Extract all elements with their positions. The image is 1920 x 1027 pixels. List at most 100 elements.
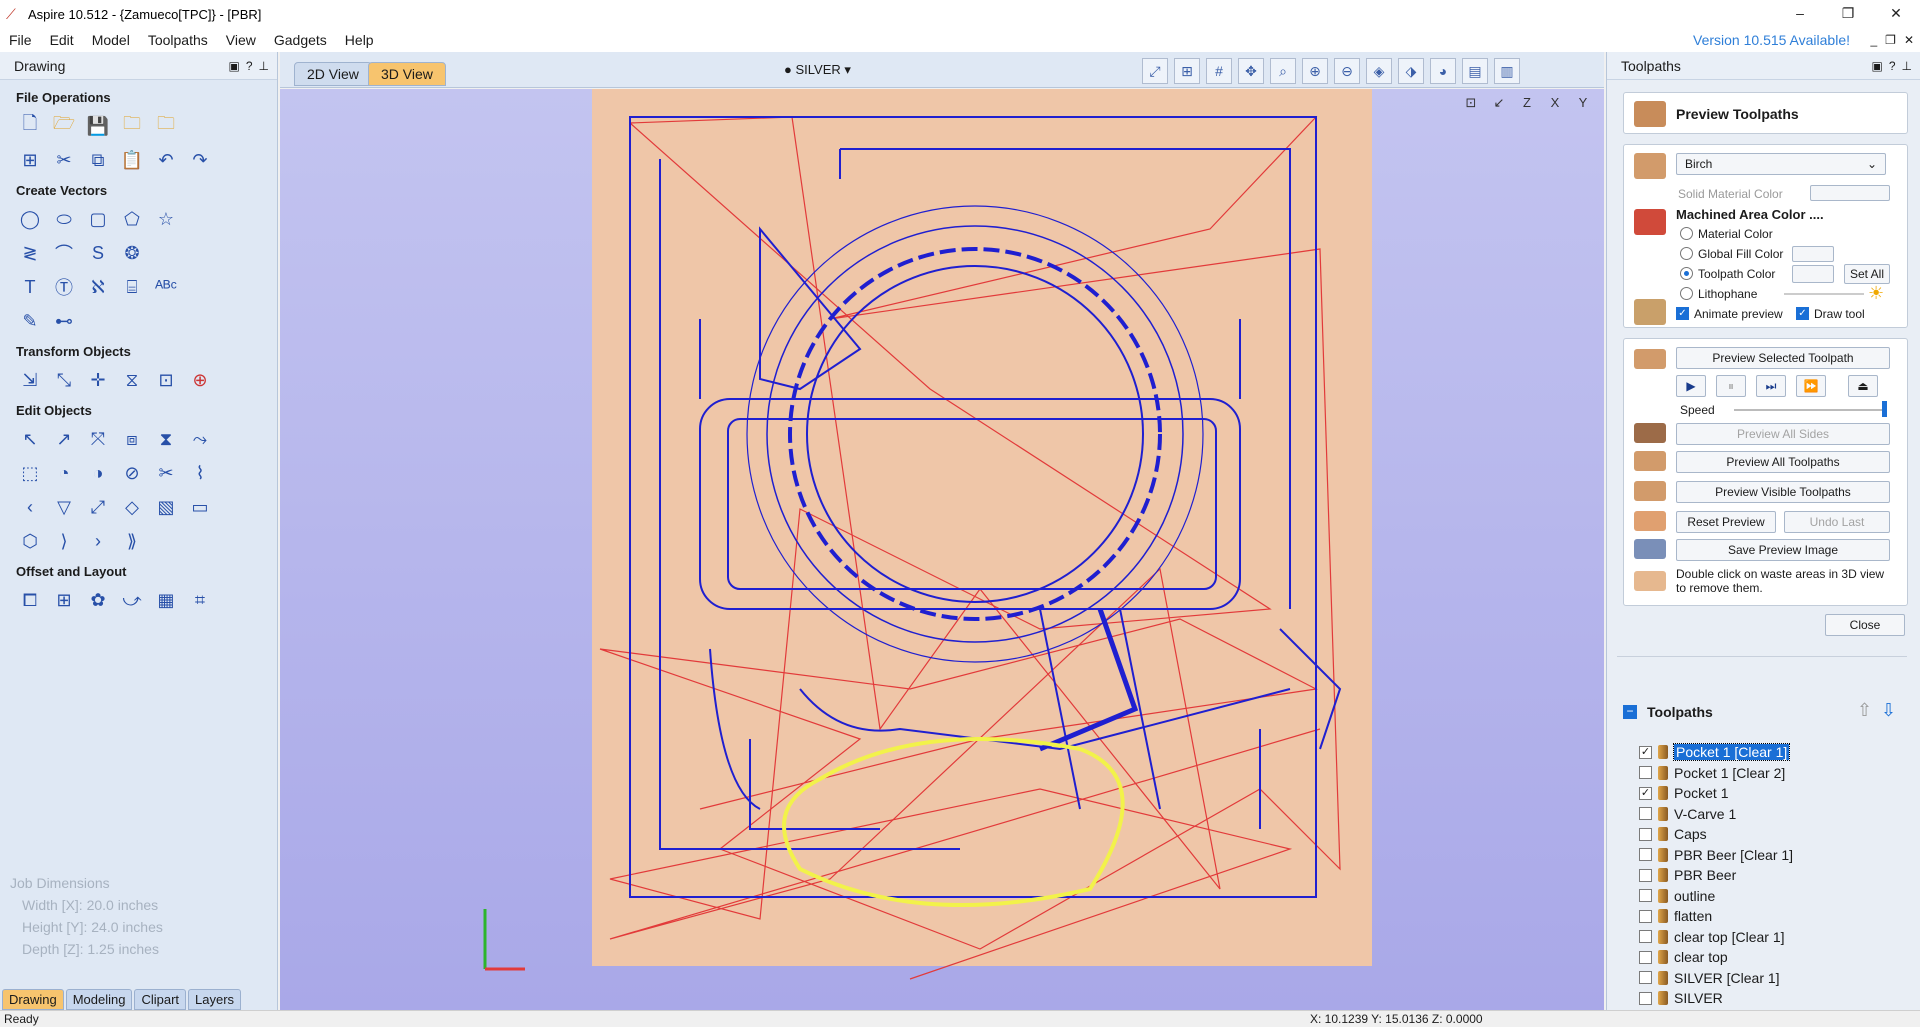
- import-icon[interactable]: 🗀: [152, 113, 180, 139]
- tab-layers[interactable]: Layers: [188, 989, 242, 1010]
- toolpath-item[interactable]: Pocket 1 [Clear 2]: [1623, 763, 1913, 784]
- toolpath-visibility-checkbox[interactable]: [1639, 766, 1652, 780]
- dimension-icon[interactable]: ✎: [16, 308, 44, 334]
- group-icon[interactable]: ⧈: [118, 426, 146, 452]
- trim-icon[interactable]: ⊘: [118, 460, 146, 486]
- lithophane-slider[interactable]: [1784, 293, 1864, 295]
- mdi-close-button[interactable]: ✕: [1904, 33, 1914, 47]
- circular-array-icon[interactable]: ✿: [84, 587, 112, 613]
- preview-all-sides-button[interactable]: Preview All Sides: [1676, 423, 1890, 445]
- material-selector[interactable]: ● SILVER ▾: [784, 62, 851, 78]
- toolpath-visibility-checkbox[interactable]: [1639, 971, 1652, 985]
- toolpath-item[interactable]: SILVER: [1623, 988, 1913, 1009]
- toolpath-item[interactable]: ✓ Pocket 1: [1623, 783, 1913, 804]
- nesting-icon[interactable]: ▦: [152, 587, 180, 613]
- scissors-icon[interactable]: ✂: [152, 460, 180, 486]
- collapse-icon[interactable]: −: [1623, 705, 1637, 719]
- radio-global-fill[interactable]: [1680, 247, 1693, 260]
- text-box-icon[interactable]: Ⓣ: [50, 274, 78, 300]
- toolpath-item[interactable]: clear top [Clear 1]: [1623, 927, 1913, 948]
- light-icon[interactable]: ◕: [1430, 58, 1456, 84]
- save-preview-image-button[interactable]: Save Preview Image: [1676, 539, 1890, 561]
- spiral-icon[interactable]: ❂: [118, 240, 146, 266]
- join-icon[interactable]: ⤳: [186, 426, 214, 452]
- menu-toolpaths[interactable]: Toolpaths: [139, 32, 217, 48]
- toolpath-item[interactable]: SILVER [Clear 1]: [1623, 968, 1913, 989]
- zoom-in-icon[interactable]: ⊕: [1302, 58, 1328, 84]
- text-on-curve-icon[interactable]: ℵ: [84, 274, 112, 300]
- panel-dock-icon[interactable]: ▣: [229, 59, 240, 73]
- toolpath-item[interactable]: ✓ Pocket 1 [Clear 1]: [1623, 742, 1913, 763]
- toolpath-visibility-checkbox[interactable]: [1639, 807, 1652, 821]
- preview-selected-button[interactable]: Preview Selected Toolpath: [1676, 347, 1890, 369]
- ungroup-icon[interactable]: ⧗: [152, 426, 180, 452]
- toolpath-item[interactable]: flatten: [1623, 906, 1913, 927]
- cut-icon[interactable]: ✂: [50, 147, 78, 173]
- toolpath-visibility-checkbox[interactable]: [1639, 889, 1652, 903]
- preview-visible-button[interactable]: Preview Visible Toolpaths: [1676, 481, 1890, 503]
- open-folder-icon[interactable]: 🗀: [118, 113, 146, 139]
- toolpath-item[interactable]: PBR Beer: [1623, 865, 1913, 886]
- toolpath-item[interactable]: clear top: [1623, 947, 1913, 968]
- panel-pin-icon[interactable]: ⊥: [259, 59, 269, 73]
- subtract-icon[interactable]: ◔: [50, 460, 78, 486]
- menu-gadgets[interactable]: Gadgets: [265, 32, 336, 48]
- fit-to-curve-icon[interactable]: ⌗: [186, 587, 214, 613]
- weld-icon[interactable]: ⬚: [16, 460, 44, 486]
- toolpath-visibility-checkbox[interactable]: [1639, 991, 1652, 1005]
- bitmap-icon[interactable]: ▭: [186, 494, 214, 520]
- tab-drawing[interactable]: Drawing: [2, 989, 64, 1010]
- close-preview-button[interactable]: Close: [1825, 614, 1905, 636]
- preview-all-button[interactable]: Preview All Toolpaths: [1676, 451, 1890, 473]
- split-vertical-icon[interactable]: ▥: [1494, 58, 1520, 84]
- spellcheck-icon[interactable]: ᴬᴮᶜ: [152, 274, 180, 300]
- align-icon[interactable]: ⊡: [152, 367, 180, 393]
- sweep-icon[interactable]: ⟫: [118, 528, 146, 554]
- reset-preview-button[interactable]: Reset Preview: [1676, 511, 1776, 533]
- pause-button[interactable]: ⏸: [1716, 375, 1746, 397]
- version-available-link[interactable]: Version 10.515 Available!: [1693, 32, 1850, 48]
- move-icon[interactable]: ⇲: [16, 367, 44, 393]
- view-x-icon[interactable]: X: [1544, 95, 1566, 111]
- play-button[interactable]: ▶: [1676, 375, 1706, 397]
- solid-color-picker[interactable]: [1810, 185, 1890, 201]
- radio-material-color[interactable]: [1680, 227, 1693, 240]
- view-y-icon[interactable]: Y: [1572, 95, 1594, 111]
- copy-icon[interactable]: ⧉: [84, 147, 112, 173]
- triangle-icon[interactable]: ▽: [50, 494, 78, 520]
- close-vectors-icon[interactable]: ⬡: [16, 528, 44, 554]
- top-button[interactable]: ⏏: [1848, 375, 1878, 397]
- toolpath-visibility-checkbox[interactable]: [1639, 848, 1652, 862]
- toolpath-visibility-checkbox[interactable]: [1639, 950, 1652, 964]
- bracket-icon[interactable]: ⟩: [50, 528, 78, 554]
- view-axes-icon[interactable]: ↙: [1488, 95, 1510, 111]
- toolpath-visibility-checkbox[interactable]: [1639, 930, 1652, 944]
- fillet-icon[interactable]: ⌇: [186, 460, 214, 486]
- set-origin-icon[interactable]: ⊕: [186, 367, 214, 393]
- radio-toolpath-color[interactable]: [1680, 267, 1693, 280]
- star-icon[interactable]: ☆: [152, 206, 180, 232]
- split-horizontal-icon[interactable]: ▤: [1462, 58, 1488, 84]
- menu-view[interactable]: View: [217, 32, 265, 48]
- skip-end-button[interactable]: ⏩: [1796, 375, 1826, 397]
- tab-clipart[interactable]: Clipart: [134, 989, 187, 1010]
- mdi-restore-button[interactable]: ❐: [1885, 33, 1896, 47]
- extend-icon[interactable]: ‹: [16, 494, 44, 520]
- tab-2d-view[interactable]: 2D View: [294, 62, 372, 86]
- new-file-icon[interactable]: 🗋: [16, 113, 44, 139]
- redo-icon[interactable]: ↷: [186, 147, 214, 173]
- intersect-icon[interactable]: ◑: [84, 460, 112, 486]
- global-fill-picker[interactable]: [1792, 246, 1834, 262]
- menu-file[interactable]: File: [0, 32, 41, 48]
- radio-lithophane[interactable]: [1680, 287, 1693, 300]
- toolpath-visibility-checkbox[interactable]: ✓: [1639, 786, 1652, 800]
- transform-mode-icon[interactable]: ⤧: [84, 426, 112, 452]
- ellipse-icon[interactable]: ⬭: [50, 206, 78, 232]
- menu-model[interactable]: Model: [83, 32, 139, 48]
- offset-icon[interactable]: ⧠: [16, 587, 44, 613]
- array-copy-icon[interactable]: ⊞: [50, 587, 78, 613]
- toolpath-item[interactable]: outline: [1623, 886, 1913, 907]
- panel-help-icon[interactable]: ?: [1889, 59, 1896, 73]
- animate-preview-checkbox[interactable]: ✓: [1676, 307, 1689, 320]
- toolpath-item[interactable]: Caps: [1623, 824, 1913, 845]
